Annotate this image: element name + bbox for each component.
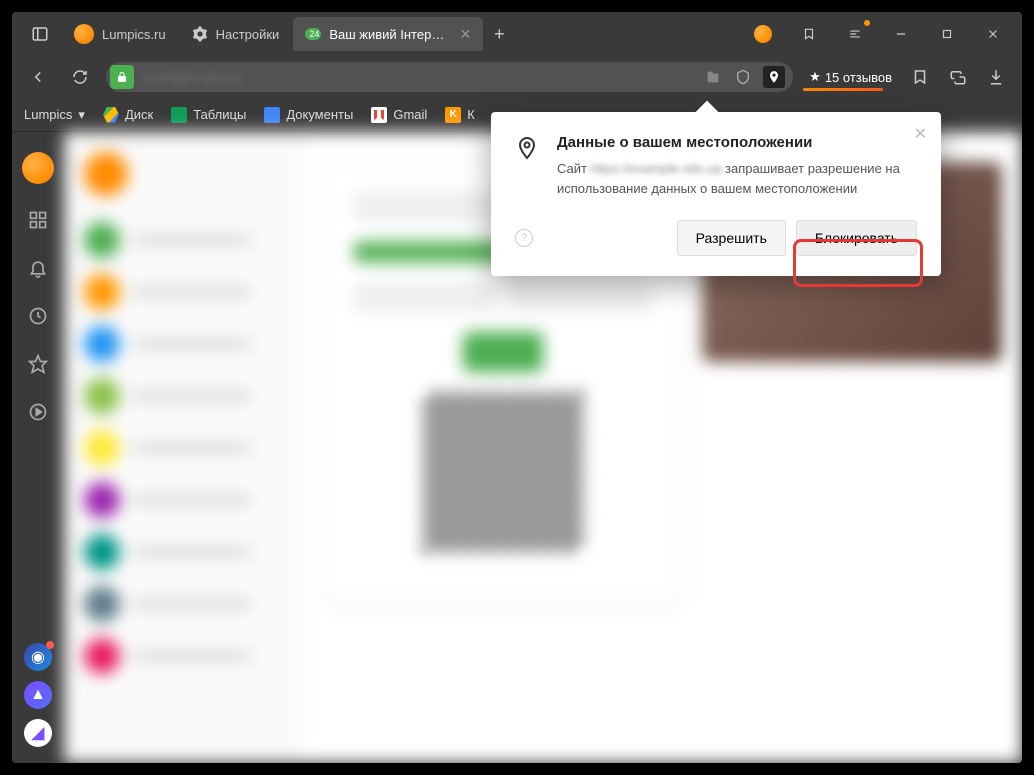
url-action-icons [703,66,785,88]
bookmark-k[interactable]: KК [445,107,475,123]
chevron-down-icon: ▾ [78,107,85,123]
location-icon[interactable] [763,66,785,88]
url-text: example-site-ua [142,69,242,85]
download-icon[interactable] [980,61,1012,93]
menu-icon[interactable] [832,12,878,56]
tab-lumpics[interactable]: Lumpics.ru [62,17,178,51]
sheets-icon [171,107,187,123]
popup-text: Сайт https://example-site.ua запрашивает… [557,159,917,198]
feedback-icon[interactable] [942,61,974,93]
shield-icon[interactable] [733,67,753,87]
docs-icon [264,107,280,123]
gmail-icon [371,107,387,123]
translate-icon[interactable] [703,67,723,87]
sidebar-play-icon[interactable] [26,400,50,424]
close-icon[interactable]: ✕ [460,26,472,43]
tab-settings[interactable]: Настройки [180,17,292,51]
titlebar: Lumpics.ru Настройки 24 Ваш живий Інтерн… [12,12,1022,56]
sidebar-alice-icon[interactable]: ◢ [24,719,52,747]
location-permission-popup: ✕ Данные о вашем местоположении Сайт htt… [491,112,941,276]
panels-toggle-icon[interactable] [18,12,62,56]
tab-active[interactable]: 24 Ваш живий Інтернет-б ✕ [293,17,483,51]
maximize-button[interactable] [924,12,970,56]
bookmark-drive[interactable]: Диск [103,107,153,123]
star-icon: ★ [809,69,821,85]
orange-menu-icon[interactable] [740,12,786,56]
k-icon: K [445,107,461,123]
bookmark-star-icon[interactable] [786,12,832,56]
tab-badge-icon: 24 [305,26,321,42]
bookmark-sheets[interactable]: Таблицы [171,107,246,123]
popup-title: Данные о вашем местоположении [557,134,917,151]
gear-icon [192,26,208,42]
orange-icon [74,24,94,44]
address-bar-right: ★15 отзывов [803,61,1012,93]
tabs-container: Lumpics.ru Настройки 24 Ваш живий Інтерн… [62,12,740,56]
bookmark-gmail[interactable]: Gmail [371,107,427,123]
url-box[interactable]: example-site-ua [106,62,793,92]
reload-button[interactable] [64,61,96,93]
sidebar-star-icon[interactable] [26,352,50,376]
sidebar-home-icon[interactable] [22,152,54,184]
bookmark-docs[interactable]: Документы [264,107,353,123]
sidebar-grid-icon[interactable] [26,208,50,232]
popup-close-button[interactable]: ✕ [914,124,927,144]
drive-icon [103,107,119,123]
allow-button[interactable]: Разрешить [677,220,786,256]
sidebar: ◉ ▲ ◢ [12,132,64,763]
lock-icon[interactable] [110,65,134,89]
sidebar-history-icon[interactable] [26,304,50,328]
tab-title: Lumpics.ru [102,27,166,42]
address-bar: example-site-ua ★15 отзывов [12,56,1022,98]
help-icon[interactable]: ? [515,229,533,247]
rating-bar [803,88,883,91]
minimize-button[interactable] [878,12,924,56]
tab-title: Ваш живий Інтернет-б [329,27,445,42]
block-button[interactable]: Блокировать [796,220,917,256]
sidebar-messenger-1-icon[interactable]: ◉ [24,643,52,671]
new-tab-button[interactable]: + [485,20,513,48]
sidebar-bottom: ◉ ▲ ◢ [24,643,52,747]
bookmark-icon[interactable] [904,61,936,93]
tab-title: Настройки [216,27,280,42]
close-button[interactable] [970,12,1016,56]
reviews-badge[interactable]: ★15 отзывов [803,69,898,85]
bookmarks-menu[interactable]: Lumpics ▾ [24,107,85,123]
sidebar-bell-icon[interactable] [26,256,50,280]
back-button[interactable] [22,61,54,93]
sidebar-messenger-2-icon[interactable]: ▲ [24,681,52,709]
browser-window: Lumpics.ru Настройки 24 Ваш живий Інтерн… [10,10,1024,765]
location-pin-icon [515,134,541,198]
window-controls [740,12,1016,56]
